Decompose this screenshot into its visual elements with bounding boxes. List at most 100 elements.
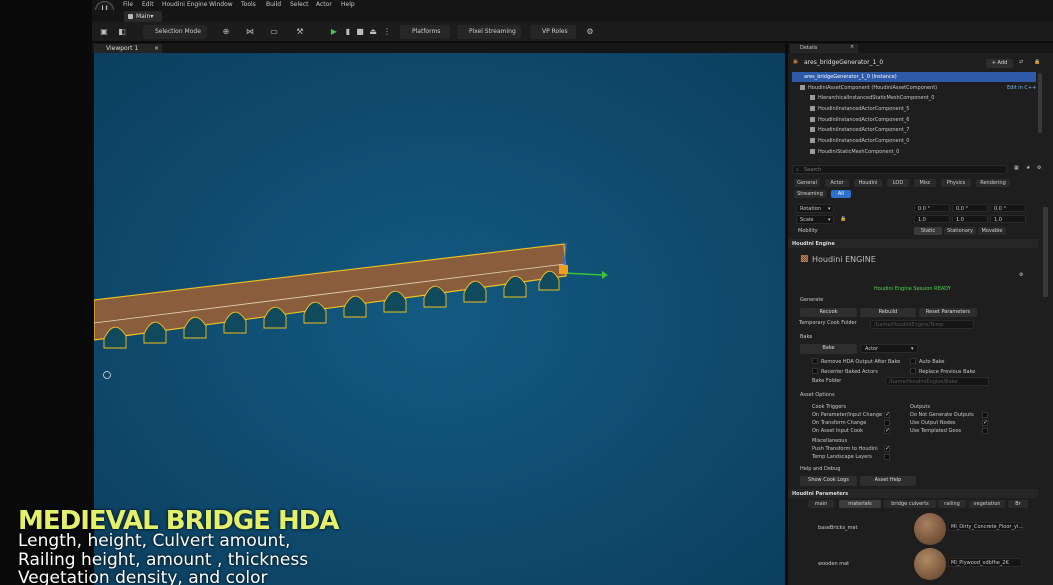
material-dropdown[interactable]: MI_Dirty_Concrete_Floor_yl...	[948, 522, 1023, 531]
asset-options-header[interactable]: Asset Options	[800, 392, 835, 398]
filter-tab-physics[interactable]: Physics	[941, 179, 971, 187]
tree-item[interactable]: HoudiniInstancedActorComponent_5	[810, 106, 909, 112]
scale-x-field[interactable]: 1.0	[914, 215, 950, 223]
tree-item[interactable]: HoudiniInstancedActorComponent_0	[810, 138, 909, 144]
param-tab-materials[interactable]: materials	[839, 500, 881, 508]
scale-dropdown[interactable]: Scale ▾	[796, 215, 834, 224]
menu-help[interactable]: Help	[341, 1, 355, 8]
menu-window[interactable]: Window	[209, 1, 233, 8]
push-transform-checkbox[interactable]	[884, 445, 890, 452]
script-icon[interactable]: ⚒	[296, 28, 304, 36]
bake-header[interactable]: Bake	[800, 334, 812, 340]
scale-z-field[interactable]: 1.0	[990, 215, 1026, 223]
settings-icon[interactable]: ⚙	[586, 28, 594, 36]
temp-cook-folder-input[interactable]: /Game/HoudiniEngine/Temp	[870, 320, 974, 329]
lock-icon[interactable]: 🔒	[1034, 59, 1040, 65]
rotation-y-field[interactable]: 0.0 °	[952, 204, 988, 212]
filter-tab-houdini[interactable]: Houdini	[854, 179, 882, 187]
viewport-tab[interactable]: Viewport 1 ×	[94, 44, 162, 53]
close-icon[interactable]: ×	[154, 45, 159, 52]
show-cook-logs-button[interactable]: Show Cook Logs	[800, 476, 857, 486]
save-icon[interactable]: ▣	[100, 28, 108, 36]
step-icon[interactable]: ▮	[344, 28, 352, 36]
pixel-streaming-dropdown[interactable]: Pixel Streaming	[457, 25, 521, 39]
use-templated-geos-checkbox[interactable]	[982, 428, 988, 434]
play-icon[interactable]: ▶	[330, 28, 338, 36]
filter-tab-actor[interactable]: Actor	[825, 179, 849, 187]
tree-scrollbar[interactable]	[1038, 73, 1042, 133]
filter-tab-streaming[interactable]: Streaming	[794, 190, 826, 198]
bake-folder-input[interactable]: /Game/HoudiniEngine/Bake	[885, 377, 989, 386]
filter-tab-lod[interactable]: LOD	[887, 179, 909, 187]
param-tab-vegetation[interactable]: vegetation	[969, 500, 1005, 508]
filter-tab-rendering[interactable]: Rendering	[976, 179, 1010, 187]
content-browser-icon[interactable]: ◧	[118, 28, 126, 36]
menu-houdini-engine[interactable]: Houdini Engine	[162, 1, 207, 8]
more-icon[interactable]: ⋮	[383, 28, 391, 36]
reset-parameters-button[interactable]: Reset Parameters	[919, 308, 977, 317]
param-tab-br[interactable]: Br	[1008, 500, 1028, 508]
details-scrollbar[interactable]	[1043, 207, 1048, 297]
asset-help-button[interactable]: Asset Help	[860, 476, 916, 486]
favorite-star-icon[interactable]: ★	[1026, 165, 1030, 171]
blueprint-icon[interactable]: ⋈	[246, 28, 254, 36]
filter-tab-general[interactable]: General	[794, 179, 820, 187]
replace-previous-checkbox[interactable]	[910, 368, 916, 374]
search-input[interactable]: ⌕ Search	[792, 165, 1007, 174]
close-icon[interactable]: ×	[850, 44, 854, 50]
material-thumbnail[interactable]	[914, 513, 946, 545]
generate-header[interactable]: Generate	[800, 297, 823, 303]
do-not-generate-checkbox[interactable]	[982, 412, 988, 418]
menu-select[interactable]: Select	[290, 1, 309, 8]
mobility-movable[interactable]: Movable	[978, 227, 1006, 235]
edit-in-cpp-link[interactable]: Edit in C++	[1007, 85, 1036, 91]
param-tab-railing[interactable]: railing	[938, 500, 966, 508]
on-asset-input-cook-checkbox[interactable]	[884, 427, 890, 434]
rotation-z-field[interactable]: 0.0 °	[990, 204, 1026, 212]
houdini-engine-section-header[interactable]: Houdini Engine	[788, 239, 1038, 248]
temp-landscape-checkbox[interactable]	[884, 454, 890, 460]
tree-item[interactable]: HoudiniInstancedActorComponent_6	[810, 117, 909, 123]
houdini-asset-component-row[interactable]: HoudiniAssetComponent (HoudiniAssetCompo…	[800, 85, 937, 91]
param-tab-bridge-culverts[interactable]: bridge culverts	[884, 500, 936, 508]
rotation-x-field[interactable]: 0.0 °	[914, 204, 950, 212]
tree-item[interactable]: HoudiniInstancedActorComponent_7	[810, 127, 909, 133]
cinematics-icon[interactable]: ▭	[270, 28, 278, 36]
eject-icon[interactable]: ⏏	[369, 28, 377, 36]
rotation-dropdown[interactable]: Rotation ▾	[796, 204, 834, 213]
menu-edit[interactable]: Edit	[142, 1, 154, 8]
param-tab-main[interactable]: main	[808, 500, 834, 508]
add-actor-icon[interactable]: ⊕	[222, 28, 230, 36]
houdini-parameters-section-header[interactable]: Houdini Parameters	[788, 489, 1038, 498]
menu-tools[interactable]: Tools	[241, 1, 256, 8]
remove-hda-checkbox[interactable]	[812, 358, 818, 364]
instance-row[interactable]: ares_bridgeGenerator_1_0 (Instance)	[792, 72, 1036, 82]
help-debug-header[interactable]: Help and Debug	[800, 466, 840, 472]
menu-file[interactable]: File	[123, 1, 133, 8]
stop-icon[interactable]: ■	[356, 28, 364, 36]
details-tab[interactable]: Details ×	[790, 44, 858, 53]
menu-actor[interactable]: Actor	[316, 1, 332, 8]
blueprint-icon[interactable]: ⇄	[1019, 59, 1023, 65]
vp-roles-dropdown[interactable]: VP Roles	[530, 25, 576, 39]
settings-icon[interactable]: ⚙	[1019, 272, 1023, 278]
rebuild-button[interactable]: Rebuild	[860, 308, 916, 317]
on-parameter-change-checkbox[interactable]	[884, 411, 890, 418]
tree-item[interactable]: HoudiniStaticMeshComponent_0	[810, 149, 899, 155]
on-transform-change-checkbox[interactable]	[884, 420, 890, 426]
filter-tab-all[interactable]: All	[831, 190, 851, 198]
platforms-dropdown[interactable]: Platforms	[400, 25, 450, 39]
filter-tab-misc[interactable]: Misc	[914, 179, 936, 187]
use-output-nodes-checkbox[interactable]	[982, 419, 988, 426]
menu-build[interactable]: Build	[266, 1, 281, 8]
mobility-stationary[interactable]: Stationary	[944, 227, 976, 235]
material-dropdown[interactable]: MI_Plywood_vdbfhe_2K	[948, 558, 1022, 567]
scale-y-field[interactable]: 1.0	[952, 215, 988, 223]
selection-mode-dropdown[interactable]: Selection Mode	[143, 25, 207, 39]
tree-item[interactable]: HierarchicalInstancedStaticMeshComponent…	[810, 95, 934, 101]
grid-view-icon[interactable]: ▦	[1014, 165, 1019, 171]
settings-icon[interactable]: ⚙	[1037, 165, 1041, 171]
recenter-checkbox[interactable]	[812, 368, 818, 374]
main-level-tab[interactable]: Main▾	[124, 11, 162, 22]
bake-button[interactable]: Bake	[800, 344, 857, 354]
